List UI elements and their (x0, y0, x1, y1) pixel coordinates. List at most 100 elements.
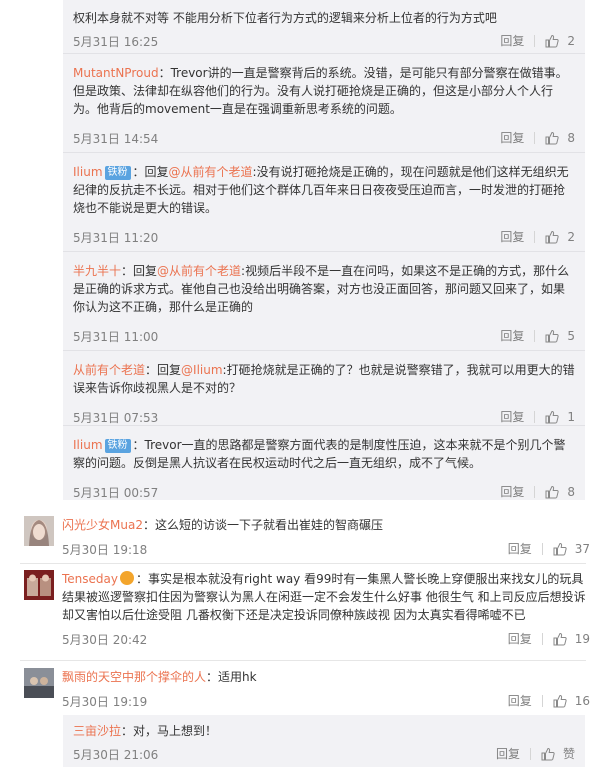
reply-meta: 5月31日 14:54 回复 8 (73, 126, 575, 150)
avatar[interactable] (24, 570, 54, 600)
reply-actions: 回复 2 (500, 228, 575, 245)
reply-button[interactable]: 回复 (508, 692, 532, 709)
reply-meta: 5月30日 21:06 回复 赞 (73, 742, 575, 766)
reply-item: MutantNProud：Trevor讲的一直是警察背后的系统。没错，是可能只有… (63, 53, 585, 152)
reply-actions: 回复 2 (500, 32, 575, 49)
reply-username[interactable]: Ilium (73, 438, 103, 452)
like-count: 1 (567, 409, 575, 424)
reply-button[interactable]: 回复 (508, 540, 532, 557)
comment-text: 闪光少女Mua2：这么短的访谈一下子就看出崔娃的智商碾压 (62, 518, 383, 532)
comment-item: Tenseday ：事实是根本就没有right way 看99时有一集黑人警长晚上… (20, 570, 590, 654)
like-button[interactable]: 8 (545, 485, 575, 499)
like-button[interactable]: 19 (553, 632, 590, 646)
reply-text: Ilium 铁粉 ：回复@从前有个老道:没有说打砸抢烧是正确的，现在问题就是他们这样… (73, 165, 569, 215)
reply-text: 权利本身就不对等 不能用分析下位者行为方式的逻辑来分析上位者的行为方式吧 (73, 11, 497, 25)
reply-time: 5月31日 11:20 (73, 231, 159, 245)
divider (534, 485, 536, 498)
reply-button[interactable]: 回复 (500, 129, 524, 146)
comment-body: 闪光少女Mua2：这么短的访谈一下子就看出崔娃的智商碾压 5月30日 19:18… (62, 516, 590, 561)
like-button[interactable]: 2 (545, 34, 575, 48)
like-button[interactable]: 8 (545, 131, 575, 145)
avatar[interactable] (24, 668, 54, 698)
comment-meta: 5月30日 19:18 回复 37 (62, 537, 590, 561)
like-count: 5 (567, 328, 575, 343)
thumbs-up-icon (545, 329, 560, 342)
comment-body: Tenseday ：事实是根本就没有right way 看99时有一集黑人警长晚上… (62, 570, 590, 651)
comment-body: 飘雨的天空中那个撑伞的人：适用hk 5月30日 19:19 回复 16 (62, 668, 590, 713)
reply-meta: 5月31日 11:20 回复 2 (73, 225, 575, 249)
reply-item: Ilium 铁粉 ：回复@从前有个老道:没有说打砸抢烧是正确的，现在问题就是他们这样… (63, 152, 585, 251)
reply-button[interactable]: 回复 (508, 630, 532, 647)
reply-meta: 5月31日 00:57 回复 8 (73, 480, 575, 504)
like-count: 37 (574, 541, 590, 556)
like-count: 2 (567, 229, 575, 244)
reply-username[interactable]: 从前有个老道 (73, 363, 145, 377)
comment-meta: 5月30日 20:42 回复 19 (62, 627, 590, 651)
comment-actions: 回复 19 (508, 630, 590, 647)
reply-username[interactable]: Ilium (73, 165, 103, 179)
reply-item: Ilium 铁粉 ：Trevor一直的思路都是警察方面代表的是制度性压迫，这本来就不… (63, 425, 585, 500)
comment-username[interactable]: 闪光少女Mua2 (62, 518, 143, 532)
fan-badge: 铁粉 (104, 439, 131, 453)
comment-item: 闪光少女Mua2：这么短的访谈一下子就看出崔娃的智商碾压 5月30日 19:18… (20, 516, 590, 558)
comment-text: Tenseday ：事实是根本就没有right way 看99时有一集黑人警长晚上… (62, 571, 586, 622)
divider (20, 660, 586, 661)
reply-actions: 回复 赞 (496, 745, 575, 762)
reply-text: MutantNProud：Trevor讲的一直是警察背后的系统。没错，是可能只有… (73, 66, 568, 116)
reply-button[interactable]: 回复 (500, 228, 524, 245)
like-count: 8 (567, 484, 575, 499)
divider (20, 563, 586, 564)
divider (534, 329, 536, 342)
like-count: 2 (567, 33, 575, 48)
divider (529, 747, 531, 760)
like-button[interactable]: 5 (545, 329, 575, 343)
reply-username[interactable]: MutantNProud (73, 66, 159, 80)
reply-meta: 5月31日 16:25 回复 2 (73, 29, 575, 53)
like-button[interactable]: 16 (553, 694, 590, 708)
mention-link[interactable]: @Ilium (181, 363, 223, 377)
like-count: 19 (574, 631, 590, 646)
reply-item: 权利本身就不对等 不能用分析下位者行为方式的逻辑来分析上位者的行为方式吧 5月3… (63, 0, 585, 53)
reply-button[interactable]: 回复 (500, 327, 524, 344)
comment-text: 飘雨的天空中那个撑伞的人：适用hk (62, 670, 257, 684)
comment-time: 5月30日 19:18 (62, 543, 148, 557)
reply-text: 半九半十：回复@从前有个老道:视频后半段不是一直在问吗，如果这不是正确的方式，那… (73, 264, 570, 314)
like-button[interactable]: 2 (545, 230, 575, 244)
divider (534, 131, 536, 144)
avatar[interactable] (24, 516, 54, 546)
like-count: 赞 (562, 747, 575, 761)
divider (541, 542, 543, 555)
reply-time: 5月31日 00:57 (73, 486, 159, 500)
thumbs-up-icon (553, 542, 567, 555)
reply-button[interactable]: 回复 (500, 32, 524, 49)
like-count: 8 (567, 130, 575, 145)
thumbs-up-icon (553, 632, 567, 645)
fan-badge: 铁粉 (104, 166, 131, 180)
thumbs-up-icon (553, 694, 567, 707)
reply-button[interactable]: 回复 (496, 745, 520, 762)
thumbs-up-icon (545, 131, 560, 144)
reply-username[interactable]: 半九半十 (73, 264, 121, 278)
like-button[interactable]: 1 (545, 410, 575, 424)
reply-time: 5月31日 07:53 (73, 411, 159, 425)
comment-username[interactable]: 飘雨的天空中那个撑伞的人 (62, 670, 206, 684)
comment-actions: 回复 37 (508, 540, 590, 557)
reply-actions: 回复 8 (500, 483, 575, 500)
reply-item: 三亩沙拉：对，马上想到！ 5月30日 21:06 回复 赞 (63, 715, 585, 767)
reply-button[interactable]: 回复 (500, 483, 524, 500)
mention-link[interactable]: @从前有个老道 (169, 165, 253, 179)
divider (541, 694, 543, 707)
mention-link[interactable]: @从前有个老道 (157, 264, 241, 278)
like-button[interactable]: 赞 (541, 745, 575, 762)
divider (534, 410, 536, 423)
like-button[interactable]: 37 (553, 542, 590, 556)
reply-button[interactable]: 回复 (500, 408, 524, 425)
reply-username[interactable]: 三亩沙拉 (73, 724, 121, 738)
thumbs-up-icon (545, 410, 560, 423)
reply-list: 三亩沙拉：对，马上想到！ 5月30日 21:06 回复 赞 (63, 715, 585, 767)
reply-actions: 回复 5 (500, 327, 575, 344)
reply-item: 从前有个老道：回复@Ilium:打砸抢烧就是正确的了？也就是说警察错了，我就可以… (63, 350, 585, 425)
divider (534, 34, 536, 47)
reply-item: 半九半十：回复@从前有个老道:视频后半段不是一直在问吗，如果这不是正确的方式，那… (63, 251, 585, 350)
comment-username[interactable]: Tenseday (62, 572, 118, 586)
